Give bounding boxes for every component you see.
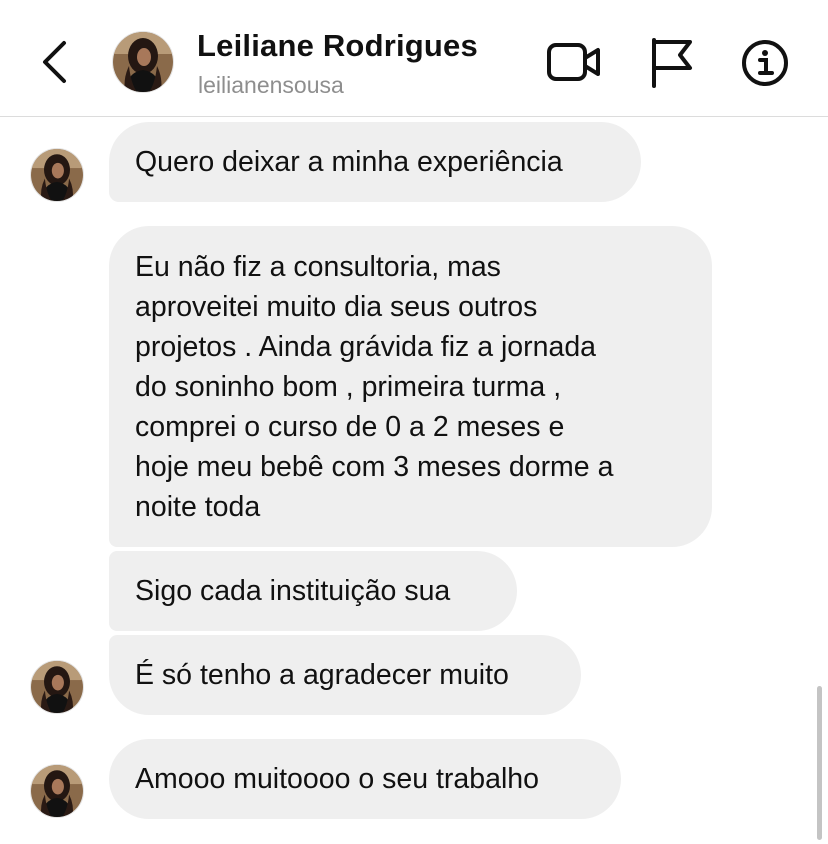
message-bubble[interactable]: É só tenho a agradecer muito bbox=[109, 635, 581, 715]
contact-name[interactable]: Leiliane Rodrigues bbox=[197, 28, 478, 64]
scrollbar[interactable] bbox=[817, 686, 822, 840]
message-bubble[interactable]: Amooo muitoooo o seu trabalho bbox=[109, 739, 621, 819]
chevron-left-icon bbox=[43, 41, 66, 83]
message-line: hoje meu bebê com 3 meses dorme a bbox=[135, 451, 614, 483]
message-line: aproveitei muito dia seus outros bbox=[135, 291, 538, 323]
flag-icon bbox=[652, 38, 692, 88]
message-text: Quero deixar a minha experiência bbox=[135, 146, 563, 178]
message-line: projetos . Ainda grávida fiz a jornada bbox=[135, 331, 597, 363]
sender-avatar[interactable] bbox=[30, 660, 84, 714]
video-call-button[interactable] bbox=[546, 38, 602, 86]
contact-avatar[interactable] bbox=[112, 31, 174, 93]
info-icon bbox=[742, 40, 788, 86]
message-line: noite toda bbox=[135, 491, 261, 523]
message-bubble[interactable]: Eu não fiz a consultoria, mas aproveitei… bbox=[109, 226, 712, 547]
sender-avatar[interactable] bbox=[30, 148, 84, 202]
info-button[interactable] bbox=[740, 38, 790, 88]
report-button[interactable] bbox=[648, 36, 694, 88]
message-bubble[interactable]: Quero deixar a minha experiência bbox=[109, 122, 641, 202]
message-text: Amooo muitoooo o seu trabalho bbox=[135, 763, 540, 795]
contact-username: leilianensousa bbox=[198, 72, 344, 98]
message-line: do soninho bom , primeira turma , bbox=[135, 371, 562, 403]
chat-header: Leiliane Rodrigues leilianensousa bbox=[0, 0, 828, 117]
back-button[interactable] bbox=[36, 38, 76, 86]
message-text: É só tenho a agradecer muito bbox=[135, 659, 509, 691]
message-line: Eu não fiz a consultoria, mas bbox=[135, 251, 501, 283]
message-line: comprei o curso de 0 a 2 meses e bbox=[135, 411, 565, 443]
sender-avatar[interactable] bbox=[30, 764, 84, 818]
video-camera-icon bbox=[547, 43, 600, 81]
message-text: Sigo cada instituição sua bbox=[135, 575, 451, 607]
message-bubble[interactable]: Sigo cada instituição sua bbox=[109, 551, 517, 631]
